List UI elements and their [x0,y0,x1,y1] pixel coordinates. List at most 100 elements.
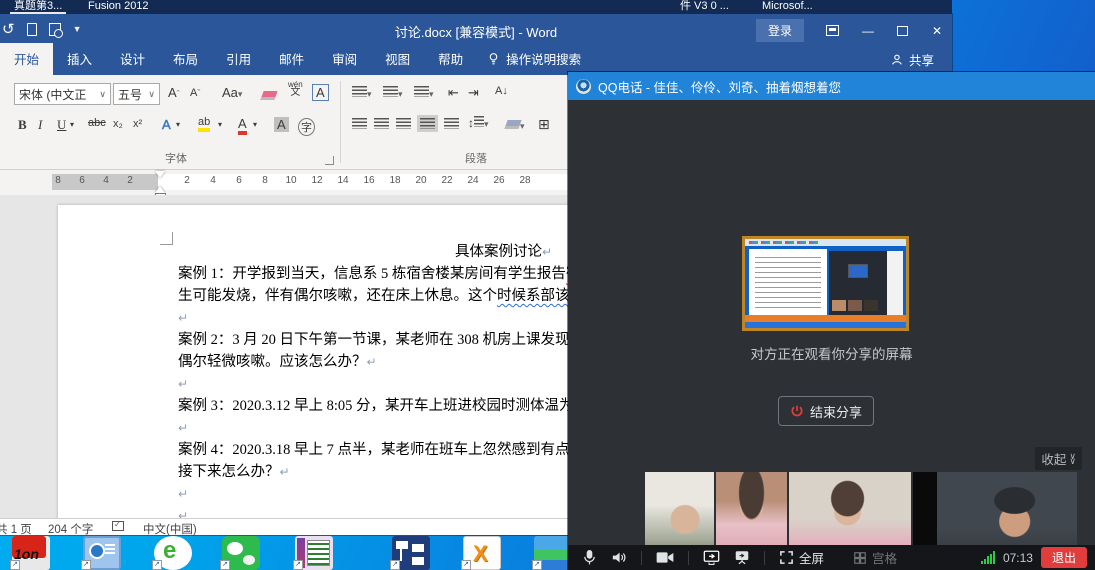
ribbon-display-options-icon[interactable] [826,25,839,36]
ribbon-tab[interactable]: 帮助 [424,43,477,75]
desktop-icon-fusion[interactable] [12,536,50,570]
tab-home[interactable]: 开始 [0,43,53,75]
decrease-indent-button[interactable]: ⇤ [448,85,459,101]
text-highlight-button[interactable]: ab [198,116,210,132]
superscript-button[interactable]: x² [133,118,142,130]
increase-indent-button[interactable]: ⇥ [468,85,479,101]
proofing-status-icon[interactable] [112,521,124,531]
preview-taskbar-orange [745,315,906,322]
borders-button[interactable]: ⊞ [538,116,550,133]
numbering-button[interactable]: ▾ [383,85,403,100]
text-effects-dropdown[interactable]: ▾ [176,120,180,129]
screen-share-preview [742,236,909,331]
taskbar-button-4[interactable]: Microsof... [762,0,813,14]
text-boundary-mark [160,232,173,245]
align-center-button[interactable] [374,117,389,132]
taskbar-button-3[interactable]: 件 V3 0 ... [680,0,729,14]
camera-icon[interactable] [656,551,674,564]
ribbon-tab[interactable]: 设计 [106,43,159,75]
phonetic-guide-button[interactable]: wén文 [288,81,303,97]
speaker-icon[interactable] [611,550,627,565]
distribute-button[interactable] [444,117,459,132]
align-right-button[interactable] [396,117,411,132]
desktop-icon-notebook[interactable] [295,536,333,570]
character-border-button[interactable]: A [312,84,329,101]
enclose-characters-button[interactable]: 字 [298,118,315,136]
ruler-number: 14 [330,175,356,186]
desktop-icon-x-app[interactable] [463,536,501,570]
tell-me-search[interactable]: 操作说明搜索 [506,49,581,68]
qq-call-window: QQ电话 - 佳佳、伶伶、刘奇、抽着烟想着您 对方正在观看你分享的屏幕 结束分享… [568,72,1095,570]
close-button[interactable]: ✕ [930,24,944,38]
font-size-combobox[interactable]: 五号∨ [113,83,160,105]
fullscreen-icon[interactable] [779,550,794,565]
bold-button[interactable]: B [18,117,27,133]
underline-dropdown[interactable]: ▾ [70,120,74,129]
exit-call-button[interactable]: 退出 [1041,547,1087,568]
ruler-number: 18 [382,175,408,186]
share-button[interactable]: 共享 [891,50,934,69]
fullscreen-label[interactable]: 全屏 [799,548,824,567]
ribbon-tab[interactable]: 审阅 [318,43,371,75]
ribbon-tab[interactable]: 插入 [53,43,106,75]
desktop-icon-system-panel[interactable] [83,536,121,570]
ruler-number: 20 [408,175,434,186]
sort-button[interactable]: A↓ [495,85,508,97]
align-left-button[interactable] [352,117,367,132]
ribbon-tab[interactable]: 邮件 [265,43,318,75]
shrink-font-button[interactable]: Aˇ [190,87,200,99]
font-group-label: 字体 [165,150,187,166]
multilevel-list-button[interactable]: ▾ [414,85,434,100]
italic-button[interactable]: I [38,117,42,133]
end-share-button[interactable]: 结束分享 [778,396,874,426]
highlight-dropdown[interactable]: ▾ [218,120,222,129]
sign-in-button[interactable]: 登录 [756,19,804,42]
ruler-number: 6 [70,175,94,186]
desktop-icon-wechat[interactable] [222,536,260,570]
text-effects-button[interactable]: A [162,117,171,132]
justify-button[interactable] [420,117,435,132]
grid-view-icon[interactable] [853,551,867,565]
ruler-number: 4 [94,175,118,186]
line-spacing-button[interactable]: ↕▾ [468,116,489,130]
clear-formatting-icon[interactable] [262,88,276,103]
subscript-button[interactable]: x₂ [113,118,123,130]
top-taskbar: 真题第3... Fusion 2012 件 V3 0 ... Microsof.… [0,0,952,14]
collapse-videos-button[interactable]: 收起 ∨∨ [1035,447,1082,470]
taskbar-button-1[interactable]: 真题第3... [10,0,66,14]
underline-button[interactable]: U [57,117,66,133]
shading-button[interactable]: ▾ [506,117,525,132]
lightbulb-icon [487,52,500,66]
presenter-board-icon[interactable] [734,550,750,565]
qq-title-bar: QQ电话 - 佳佳、伶伶、刘奇、抽着烟想着您 [568,72,1095,100]
microphone-icon[interactable] [582,549,597,566]
minimize-button[interactable]: — [861,24,875,38]
strikethrough-button[interactable]: abc [88,117,106,129]
maximize-button[interactable] [897,26,908,36]
character-shading-button[interactable]: A [274,117,289,132]
ribbon-tab[interactable]: 布局 [159,43,212,75]
font-color-button[interactable]: A [238,116,247,135]
preview-call-window [829,251,889,315]
desktop-icon-browser[interactable] [154,536,192,570]
change-case-button[interactable]: Aa▾ [222,85,242,100]
grid-view-label[interactable]: 宫格 [872,548,897,567]
font-name-combobox[interactable]: 宋体 (中文正∨ [14,83,111,105]
taskbar-button-2[interactable]: Fusion 2012 [88,0,149,14]
call-duration: 07:13 [1003,551,1033,565]
ruler-number: 2 [118,175,142,186]
hanging-indent-marker[interactable] [155,181,165,193]
ruler-number: 2 [174,175,200,186]
bullets-button[interactable]: ▾ [352,85,372,100]
share-screen-icon[interactable] [703,550,720,565]
grow-font-button[interactable]: Aˆ [168,85,180,100]
ruler-number: 6 [226,175,252,186]
desktop-icon-flowchart[interactable] [392,536,430,570]
ribbon-tab[interactable]: 视图 [371,43,424,75]
ribbon-tab[interactable]: 引用 [212,43,265,75]
font-dialog-launcher[interactable] [325,156,334,165]
desktop-icon-layers[interactable] [534,536,572,570]
font-color-dropdown[interactable]: ▾ [253,120,257,129]
ruler-number: 8 [46,175,70,186]
power-icon [790,404,804,418]
